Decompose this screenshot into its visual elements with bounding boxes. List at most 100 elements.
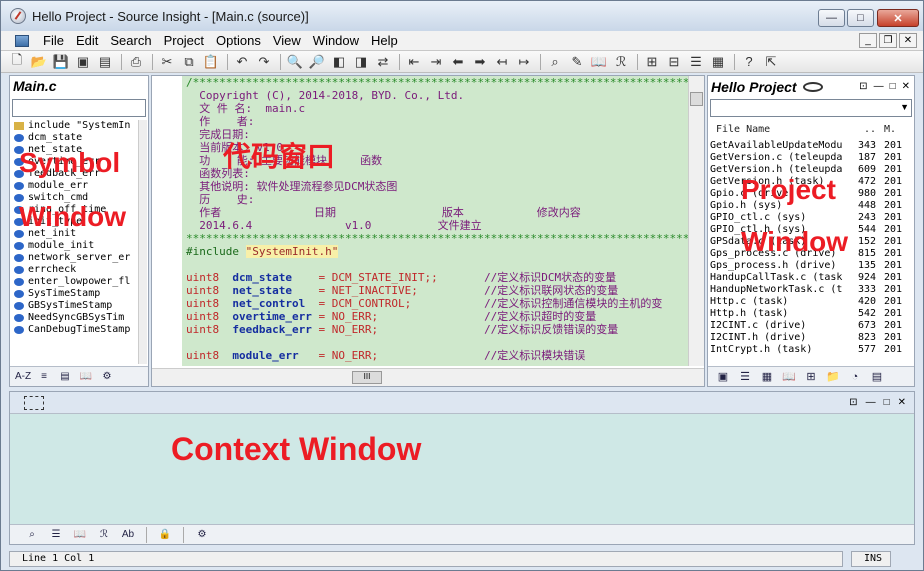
save-all-icon[interactable]: ▣	[73, 53, 93, 71]
file-row[interactable]: Http.c (task) 420 201	[710, 296, 912, 308]
minimize-panel-button[interactable]: —	[866, 397, 876, 408]
file-row[interactable]: I2CINT.c (drive) 673 201	[710, 320, 912, 332]
lookup-icon[interactable]: ⌕	[22, 527, 42, 543]
book-icon[interactable]: 📖	[77, 369, 95, 385]
project-icon[interactable]: ◔	[846, 369, 864, 385]
file-row[interactable]: HandupCallTask.c (task 924 201	[710, 272, 912, 284]
window-list-icon[interactable]: ☰	[686, 53, 706, 71]
menu-search[interactable]: Search	[104, 33, 157, 48]
lookup-icon[interactable]: ⌕	[545, 53, 565, 71]
symbol-item[interactable]: dcm_state	[12, 132, 136, 144]
close-file-icon[interactable]: ▤	[95, 53, 115, 71]
file-row[interactable]: GetVersion.c (teleupda 187 201	[710, 152, 912, 164]
tree-view-icon[interactable]: ▦	[758, 369, 776, 385]
print-icon[interactable]: ⎙	[126, 53, 146, 71]
abc-icon[interactable]: Ab	[118, 527, 138, 543]
minimize-button[interactable]: —	[818, 9, 845, 27]
help-icon[interactable]: ?	[739, 53, 759, 71]
symbol-item[interactable]: include "SystemIn	[12, 120, 136, 132]
menu-help[interactable]: Help	[365, 33, 404, 48]
symbol-item[interactable]: SysTimeStamp	[12, 288, 136, 300]
search-files-icon[interactable]: 🔎	[307, 53, 327, 71]
column-modified[interactable]: M.	[876, 124, 906, 138]
chevron-down-icon[interactable]: ▼	[900, 102, 909, 112]
file-row[interactable]: IntCrypt.h (task) 577 201	[710, 344, 912, 356]
symbol-item[interactable]: network_server_er	[12, 252, 136, 264]
bookmark-next-icon[interactable]: ⇥	[426, 53, 446, 71]
symbol-item[interactable]: errcheck	[12, 264, 136, 276]
symbol-item[interactable]: module_err	[12, 180, 136, 192]
close-panel-button[interactable]: ✕	[902, 81, 910, 92]
mdi-close-button[interactable]: ✕	[899, 33, 917, 48]
replace-icon[interactable]: ⇄	[373, 53, 393, 71]
maximize-button[interactable]: □	[847, 9, 874, 27]
settings-icon[interactable]: ⚙	[98, 369, 116, 385]
file-row[interactable]: I2CINT.h (drive) 823 201	[710, 332, 912, 344]
open-icon[interactable]: 📂	[29, 53, 49, 71]
file-row[interactable]: GetAvailableUpdateModu 343 201	[710, 140, 912, 152]
go-forward-icon[interactable]: ➡	[470, 53, 490, 71]
symbol-item[interactable]: GBSysTimeStamp	[12, 300, 136, 312]
search-backward-icon[interactable]: ◧	[329, 53, 349, 71]
settings-icon[interactable]: ⚙	[192, 527, 212, 543]
jump-definition-icon[interactable]: ↦	[514, 53, 534, 71]
scroll-thumb[interactable]: III	[352, 371, 382, 384]
scroll-thumb[interactable]	[690, 92, 703, 106]
browse-icon[interactable]: ✎	[567, 53, 587, 71]
mdi-restore-button[interactable]: ❐	[879, 33, 897, 48]
app-icon[interactable]	[10, 8, 26, 24]
jump-caller-icon[interactable]: ↤	[492, 53, 512, 71]
symbol-filter-input[interactable]	[12, 99, 146, 117]
menu-edit[interactable]: Edit	[70, 33, 104, 48]
tile-icon[interactable]: ⊟	[664, 53, 684, 71]
book-icon[interactable]: 📖	[589, 53, 609, 71]
menu-options[interactable]: Options	[210, 33, 267, 48]
file-view-icon[interactable]: ▣	[714, 369, 732, 385]
menu-window[interactable]: Window	[307, 33, 365, 48]
code-vertical-scrollbar[interactable]	[688, 76, 704, 366]
folder-icon[interactable]: 📁	[824, 369, 842, 385]
menu-project[interactable]: Project	[158, 33, 210, 48]
list-view-icon[interactable]: ☰	[736, 369, 754, 385]
context-help-icon[interactable]: ⇱	[761, 53, 781, 71]
search-forward-icon[interactable]: ◨	[351, 53, 371, 71]
cascade-icon[interactable]: ⊞	[642, 53, 662, 71]
cut-icon[interactable]: ✂	[157, 53, 177, 71]
book-icon[interactable]: 📖	[780, 369, 798, 385]
list-view-icon[interactable]: ≡	[35, 369, 53, 385]
bookmark-prev-icon[interactable]: ⇤	[404, 53, 424, 71]
symbol-item[interactable]: enter_lowpower_fl	[12, 276, 136, 288]
file-row[interactable]: HandupNetworkTask.c (t 333 201	[710, 284, 912, 296]
dock-button[interactable]: ⊡	[859, 81, 867, 92]
column-size[interactable]: ..	[850, 124, 876, 138]
close-panel-button[interactable]: ✕	[898, 397, 906, 408]
category-icon[interactable]: ▤	[56, 369, 74, 385]
file-row[interactable]: Http.h (task) 542 201	[710, 308, 912, 320]
column-file-name[interactable]: File Name	[710, 124, 850, 138]
line-margin[interactable]	[152, 76, 182, 366]
project-filter-input[interactable]: ▼	[710, 99, 912, 117]
copy-icon[interactable]: ⧉	[179, 53, 199, 71]
lock-icon[interactable]: 🔒	[155, 527, 175, 543]
symbol-item[interactable]: NeedSyncGBSysTim	[12, 312, 136, 324]
close-button[interactable]: ✕	[877, 9, 919, 27]
file-row[interactable]: GPIO_ctl.c (sys) 243 201	[710, 212, 912, 224]
maximize-panel-button[interactable]: □	[890, 81, 896, 92]
new-file-icon[interactable]: 🗋	[7, 52, 27, 71]
redo-icon[interactable]: ↷	[254, 53, 274, 71]
relation-icon[interactable]: ℛ	[611, 53, 631, 71]
notes-icon[interactable]: ▤	[868, 369, 886, 385]
code-horizontal-scrollbar[interactable]: III	[152, 368, 704, 386]
minimize-panel-button[interactable]: —	[874, 81, 884, 92]
list-icon[interactable]: ☰	[46, 527, 66, 543]
paste-icon[interactable]: 📋	[201, 53, 221, 71]
symbol-item[interactable]: module_init	[12, 240, 136, 252]
relation-icon[interactable]: ℛ	[94, 527, 114, 543]
layout-icon[interactable]: ▦	[708, 53, 728, 71]
book-icon[interactable]: 📖	[70, 527, 90, 543]
file-row[interactable]: Gps_process.h (drive) 135 201	[710, 260, 912, 272]
code-editor[interactable]: /***************************************…	[182, 76, 688, 366]
document-icon[interactable]	[15, 34, 29, 47]
undo-icon[interactable]: ↶	[232, 53, 252, 71]
symbols-icon[interactable]: ⊞	[802, 369, 820, 385]
